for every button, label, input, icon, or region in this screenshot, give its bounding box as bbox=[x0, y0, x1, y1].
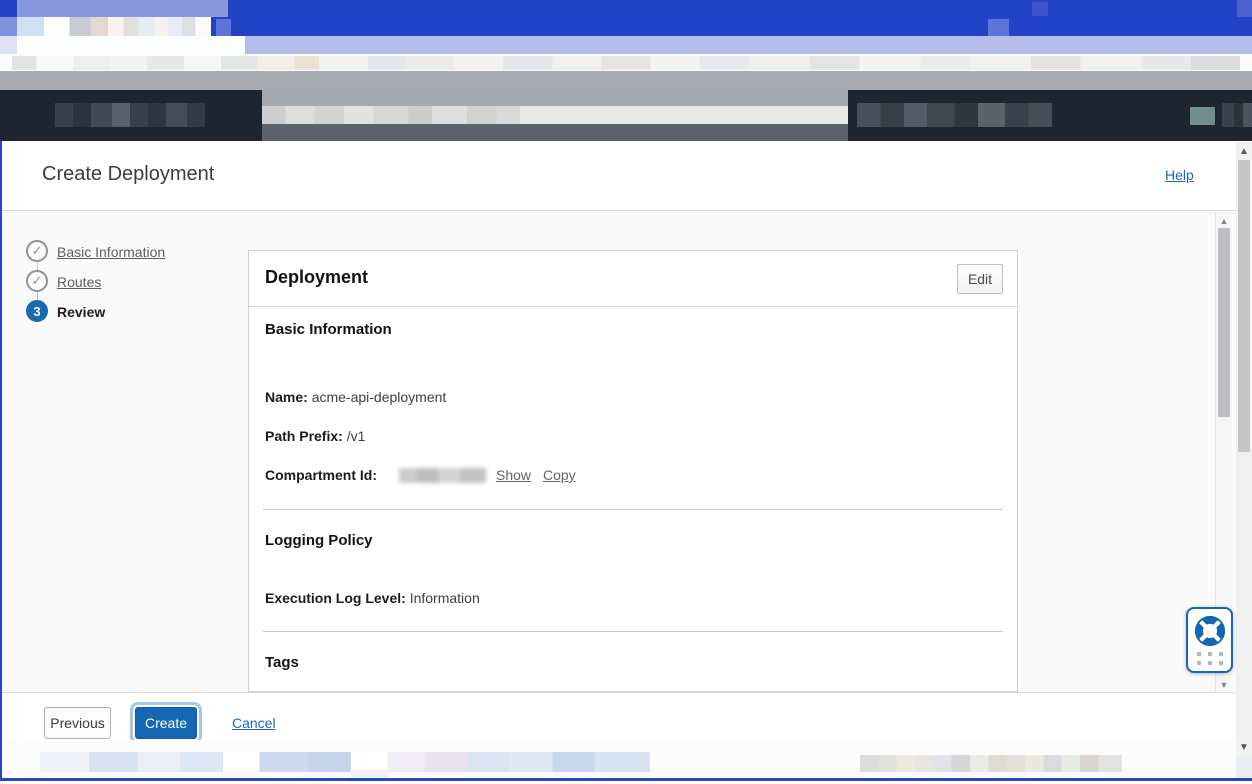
console-header-blur-block bbox=[1190, 107, 1215, 125]
execution-log-level-value: Information bbox=[410, 590, 480, 606]
console-header-blur-strip bbox=[262, 106, 848, 124]
step-connector bbox=[37, 292, 38, 300]
bookmarks-blur-block bbox=[0, 36, 17, 54]
window-frame-left bbox=[0, 141, 2, 781]
execution-log-level-row: Execution Log Level: Information bbox=[265, 590, 480, 606]
background-blur-block bbox=[1236, 757, 1252, 778]
console-header-blur-strip bbox=[262, 90, 848, 106]
inner-scrollbar-thumb[interactable] bbox=[1218, 228, 1230, 417]
step-circle-routes[interactable]: ✓ bbox=[26, 270, 48, 292]
titlebar-blur-block bbox=[1032, 2, 1048, 16]
help-link[interactable]: Help bbox=[1165, 167, 1194, 183]
review-card: Deployment Edit Basic Information Name: … bbox=[248, 250, 1018, 692]
new-tab-button-blur bbox=[216, 19, 231, 36]
window-frame-bottom bbox=[0, 778, 1252, 781]
name-value: acme-api-deployment bbox=[312, 389, 447, 405]
compartment-id-redacted-value bbox=[399, 468, 486, 483]
step-link-basic-information[interactable]: Basic Information bbox=[57, 244, 165, 260]
step-label-review: Review bbox=[57, 304, 105, 320]
console-header-blur-block bbox=[1222, 103, 1252, 127]
section-heading-basic-information: Basic Information bbox=[265, 321, 392, 338]
bookmarks-blur-block bbox=[17, 36, 245, 54]
execution-log-level-label: Execution Log Level: bbox=[265, 590, 406, 606]
show-link[interactable]: Show bbox=[496, 467, 531, 483]
path-prefix-row: Path Prefix: /v1 bbox=[265, 428, 365, 444]
inner-scrollbar-up-icon[interactable]: ▲ bbox=[1216, 216, 1232, 226]
step-link-routes[interactable]: Routes bbox=[57, 274, 101, 290]
section-heading-tags: Tags bbox=[265, 654, 299, 671]
check-icon: ✓ bbox=[32, 243, 43, 258]
step-connector bbox=[37, 262, 38, 270]
create-button[interactable]: Create bbox=[135, 707, 197, 739]
browser-scrollbar-thumb[interactable] bbox=[1238, 160, 1250, 452]
tabstrip-blur-block bbox=[988, 19, 1009, 36]
review-card-title: Deployment bbox=[265, 267, 368, 288]
section-divider bbox=[263, 509, 1003, 510]
name-row: Name: acme-api-deployment bbox=[265, 389, 446, 405]
console-header-blur-strip bbox=[262, 124, 848, 141]
address-bar-blur-blocks bbox=[12, 56, 1240, 70]
console-header-blur-block bbox=[857, 103, 1052, 127]
name-label: Name: bbox=[265, 389, 308, 405]
edit-button[interactable]: Edit bbox=[957, 264, 1003, 294]
dots-grid-icon bbox=[1197, 652, 1226, 665]
path-prefix-value: /v1 bbox=[347, 428, 366, 444]
path-prefix-label: Path Prefix: bbox=[265, 428, 343, 444]
browser-scrollbar-down-icon[interactable]: ▼ bbox=[1236, 742, 1252, 753]
titlebar-blur-block bbox=[1237, 0, 1252, 18]
floating-help-widget[interactable] bbox=[1186, 607, 1233, 673]
section-divider bbox=[263, 631, 1003, 632]
browser-active-tab-blur bbox=[17, 0, 228, 18]
section-heading-logging-policy: Logging Policy bbox=[265, 532, 373, 549]
inner-scrollbar-down-icon[interactable]: ▼ bbox=[1216, 680, 1232, 690]
browser-tab-content-blur bbox=[17, 17, 211, 36]
step-circle-basic-information[interactable]: ✓ bbox=[26, 240, 48, 262]
previous-button[interactable]: Previous bbox=[44, 707, 111, 739]
tabstrip-blur-block bbox=[0, 17, 17, 36]
screen: Create Deployment Help ✓ ✓ 3 Basic Infor… bbox=[0, 0, 1252, 784]
step-circle-review: 3 bbox=[26, 300, 48, 322]
compartment-row: Compartment Id: bbox=[265, 467, 377, 483]
browser-scrollbar-up-icon[interactable]: ▲ bbox=[1236, 146, 1252, 157]
life-ring-icon bbox=[1193, 614, 1227, 648]
page-title: Create Deployment bbox=[42, 163, 214, 186]
check-icon: ✓ bbox=[32, 273, 43, 288]
copy-link[interactable]: Copy bbox=[543, 467, 576, 483]
background-blur-blocks bbox=[860, 755, 1122, 772]
background-blur-block bbox=[350, 770, 390, 778]
background-blur-blocks bbox=[40, 752, 650, 772]
console-header-blur-block bbox=[55, 103, 205, 127]
chrome-gray-band bbox=[0, 71, 1252, 90]
create-button-focus-ring: Create bbox=[130, 702, 202, 744]
cancel-link[interactable]: Cancel bbox=[232, 715, 276, 731]
compartment-label: Compartment Id: bbox=[265, 467, 377, 483]
